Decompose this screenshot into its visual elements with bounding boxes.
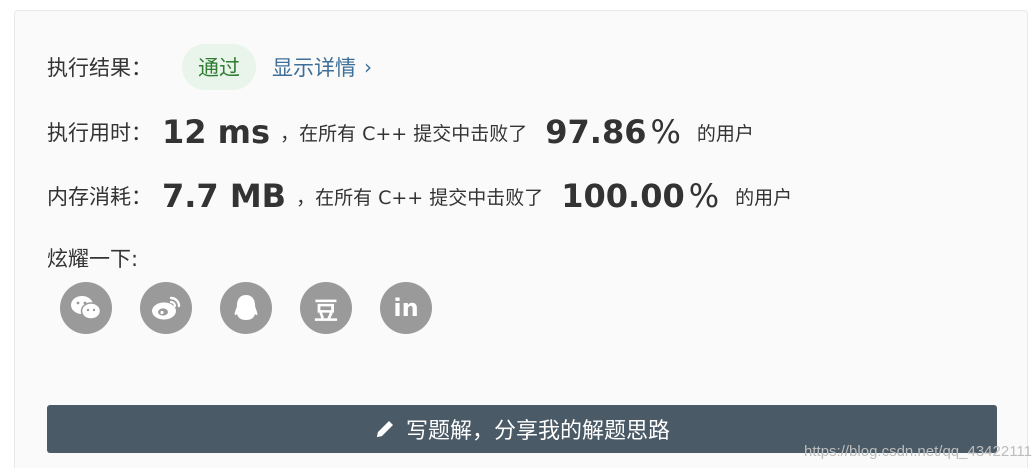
runtime-row: 执行用时： 12 ms ，在所有 C++ 提交中击败了 97.86 % 的用户 [47, 109, 754, 155]
share-label: 炫耀一下: [47, 247, 139, 271]
watermark: https://blog.csdn.net/qq_43422111 [804, 443, 1032, 460]
memory-percent-sign: % [688, 177, 720, 215]
memory-label: 内存消耗： [47, 185, 152, 209]
runtime-value: 12 ms [162, 113, 271, 151]
result-label: 执行结果： [47, 56, 152, 80]
pencil-icon [374, 418, 396, 440]
write-solution-label: 写题解，分享我的解题思路 [405, 419, 670, 444]
submission-result-card: 执行结果： 通过 显示详情 › 执行用时： 12 ms ，在所有 C++ 提交中… [14, 10, 1028, 468]
qq-icon[interactable] [220, 282, 272, 334]
show-details-label: 显示详情 [272, 56, 356, 80]
result-row: 执行结果： 通过 显示详情 › [47, 44, 372, 90]
runtime-percent: 97.86 [545, 113, 647, 151]
runtime-text-before: ，在所有 C++ 提交中击败了 [280, 122, 528, 145]
linkedin-glyph: in [393, 294, 419, 322]
memory-percent: 100.00 [561, 177, 685, 215]
weibo-icon[interactable] [140, 282, 192, 334]
douban-glyph: 豆 [314, 296, 338, 325]
runtime-text-after: 的用户 [696, 122, 754, 145]
memory-value: 7.7 MB [162, 177, 287, 215]
memory-row: 内存消耗： 7.7 MB ，在所有 C++ 提交中击败了 100.00 % 的用… [47, 173, 792, 219]
share-icon-list: 豆 in [60, 282, 432, 334]
show-details-link[interactable]: 显示详情 › [272, 52, 372, 82]
memory-text-before: ，在所有 C++ 提交中击败了 [296, 186, 544, 209]
wechat-icon[interactable] [60, 282, 112, 334]
memory-text-after: 的用户 [735, 186, 793, 209]
douban-icon[interactable]: 豆 [300, 282, 352, 334]
linkedin-icon[interactable]: in [380, 282, 432, 334]
chevron-right-icon: › [364, 55, 372, 79]
runtime-label: 执行用时： [47, 121, 152, 145]
runtime-percent-sign: % [650, 113, 681, 151]
share-row: 炫耀一下: [47, 241, 138, 275]
status-badge: 通过 [182, 44, 256, 90]
